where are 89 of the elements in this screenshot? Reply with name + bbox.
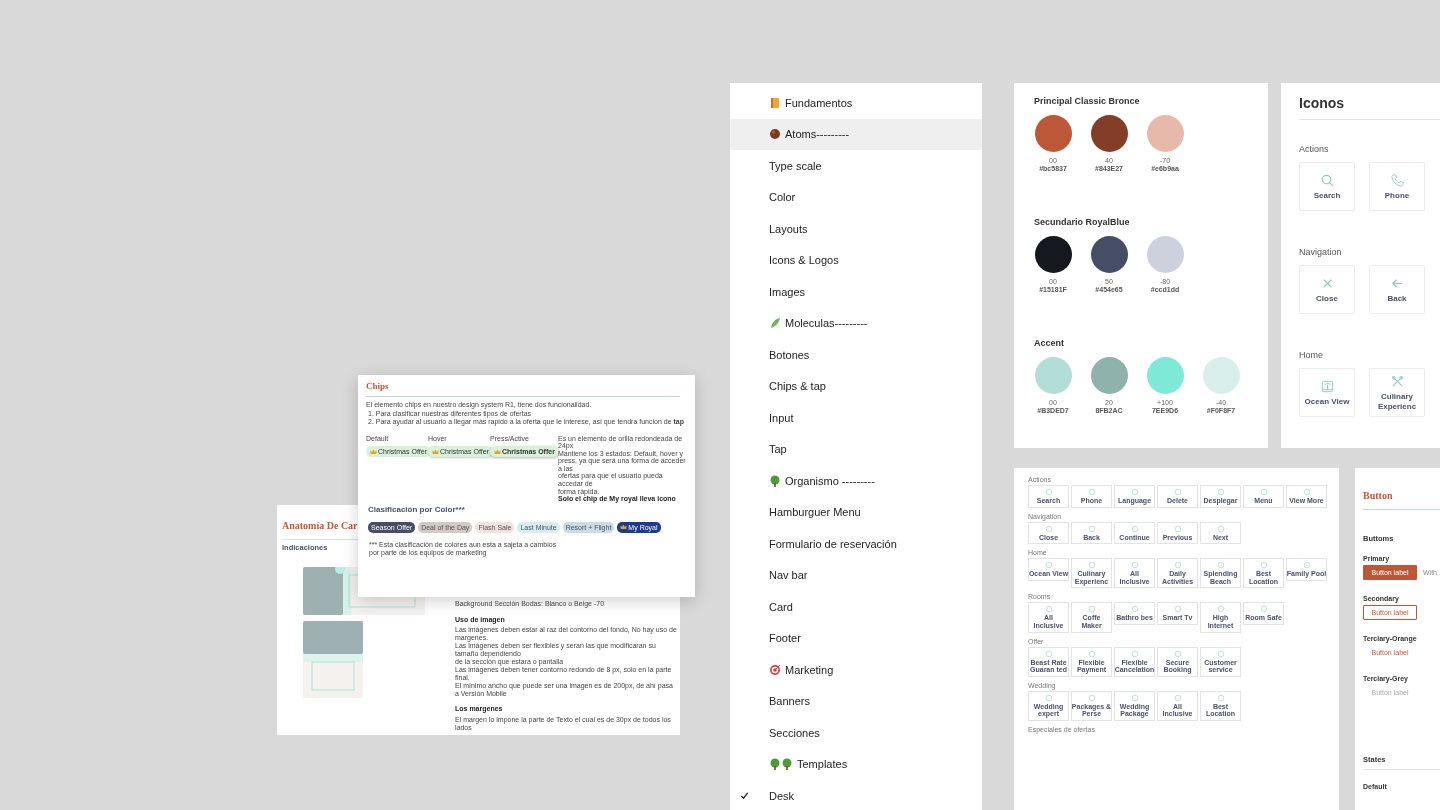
palette-title: Principal Classic Bronce: [1034, 96, 1141, 106]
circle-icon: [1044, 488, 1053, 496]
circle-icon: [1216, 561, 1225, 570]
section-label: Actions: [1299, 144, 1330, 154]
page-item[interactable]: Tap: [730, 433, 982, 465]
icon-label: Back: [1386, 293, 1408, 304]
page-item[interactable]: Type scale: [730, 150, 982, 182]
page-item[interactable]: Moleculas---------: [730, 307, 982, 339]
circle-icon: [1087, 524, 1096, 533]
page-item[interactable]: Icons & Logos: [730, 244, 982, 276]
page-item[interactable]: Botones: [730, 339, 982, 371]
leaf-icon: [769, 317, 781, 330]
crown-icon: [620, 524, 628, 531]
palette-title: Accent: [1034, 338, 1065, 348]
circle-icon: [1044, 524, 1053, 533]
page-item[interactable]: Color: [730, 181, 982, 213]
page-item[interactable]: Input: [730, 402, 982, 434]
circle-icon: [1130, 605, 1139, 614]
circle-icon: [1130, 693, 1139, 702]
page-item[interactable]: Hamburguer Menu: [730, 496, 982, 528]
cutlery-icon: [1389, 373, 1405, 389]
circle-icon: [1302, 561, 1311, 570]
circle-icon: [1087, 649, 1096, 658]
circle-icon: [1216, 488, 1225, 496]
card-title: Button: [1363, 490, 1394, 501]
page-item[interactable]: Templates: [730, 748, 982, 780]
circle-icon: [1130, 488, 1139, 496]
circle-icon: [1259, 605, 1268, 614]
circle-icon: [1087, 693, 1096, 702]
search-icon: [1319, 172, 1335, 188]
circle-icon: [1044, 561, 1053, 570]
icon-label: Culinary Experienc: [1376, 391, 1418, 412]
page-item[interactable]: Images: [730, 276, 982, 308]
section-heading: Clasificación por Color***: [367, 504, 466, 514]
circle-icon: [1044, 693, 1053, 702]
page-item[interactable]: Fundamentos: [730, 87, 982, 119]
circle-icon: [1044, 649, 1053, 658]
card-title: Chips: [366, 381, 390, 391]
page-item[interactable]: Chips & tap: [730, 370, 982, 402]
target-icon: [769, 663, 781, 676]
circle-icon: [1130, 561, 1139, 570]
icon-label: Close: [1315, 293, 1339, 304]
tree-icon: [769, 474, 781, 487]
circle-icon: [1173, 605, 1182, 614]
palette-title: Secundario RoyalBlue: [1034, 217, 1131, 227]
page-item[interactable]: Card: [730, 591, 982, 623]
circle-icon: [1259, 561, 1268, 570]
icon-label: Search: [1312, 190, 1342, 201]
section-label: Home: [1299, 350, 1324, 360]
page-item[interactable]: Nav bar: [730, 559, 982, 591]
crown-icon: [494, 448, 501, 455]
circle-icon: [1216, 524, 1225, 533]
circle-icon: [1216, 605, 1225, 614]
section-label: Navigation: [1299, 247, 1343, 257]
icon-label: Phone: [1383, 190, 1411, 201]
page-item[interactable]: Marketing: [730, 654, 982, 686]
card-title: Anatomía De Car: [282, 520, 358, 531]
icon-label: Ocean View: [1303, 396, 1351, 407]
crown-icon: [432, 448, 439, 455]
circle-icon: [1173, 561, 1182, 570]
page-item[interactable]: Footer: [730, 622, 982, 654]
circle-icon: [1173, 488, 1182, 496]
phone-icon: [1389, 172, 1405, 188]
circle-icon: [1087, 561, 1096, 570]
page-item[interactable]: Banners: [730, 685, 982, 717]
circle-icon: [1130, 524, 1139, 533]
book-icon: [769, 96, 781, 109]
page-item[interactable]: Organismo ---------: [730, 465, 982, 497]
page-item[interactable]: Desk: [730, 780, 982, 810]
page-item[interactable]: Secciones: [730, 717, 982, 749]
page-item[interactable]: Atoms---------: [730, 118, 982, 150]
circle-icon: [1173, 693, 1182, 702]
card-title: Iconos: [1299, 95, 1346, 111]
circle-icon: [1216, 649, 1225, 658]
palm-frame-icon: [1319, 378, 1335, 394]
circle-icon: [1302, 488, 1311, 496]
circle-icon: [1259, 488, 1268, 496]
circle-icon: [1087, 605, 1096, 614]
ball-icon: [769, 128, 781, 141]
page-item[interactable]: Layouts: [730, 213, 982, 245]
circle-icon: [1130, 649, 1139, 658]
crown-icon: [370, 448, 377, 455]
page-item[interactable]: Formulario de reservación: [730, 528, 982, 560]
circle-icon: [1044, 605, 1053, 614]
circle-icon: [1173, 649, 1182, 658]
circle-icon: [1087, 488, 1096, 496]
trees-icon: [769, 758, 793, 771]
circle-icon: [1173, 524, 1182, 533]
circle-icon: [1216, 693, 1225, 702]
